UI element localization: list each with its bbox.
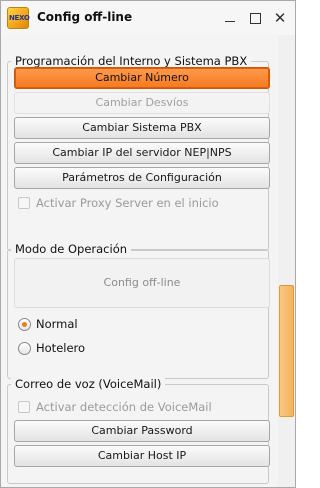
checkbox-box[interactable] xyxy=(18,401,30,413)
vertical-scrollbar[interactable] xyxy=(278,35,295,487)
radio-selected-icon[interactable] xyxy=(18,318,31,331)
cambiar-desvios-button[interactable]: Cambiar Desvíos xyxy=(14,92,270,114)
config-offline-mode-button[interactable]: Config off-line xyxy=(14,258,270,308)
close-button[interactable]: ✕ xyxy=(271,9,289,27)
radio-unselected-icon[interactable] xyxy=(18,342,31,355)
app-logo-icon: NEXO xyxy=(7,7,30,29)
proxy-server-label: Activar Proxy Server en el inicio xyxy=(36,196,219,210)
cambiar-host-ip-button[interactable]: Cambiar Host IP xyxy=(14,445,270,467)
app-logo-text: NEXO xyxy=(9,14,30,22)
cambiar-ip-servidor-button[interactable]: Cambiar IP del servidor NEP|NPS xyxy=(14,142,270,164)
title-bar[interactable]: NEXO Config off-line ✕ xyxy=(1,1,295,35)
group-modo-operacion: Modo de Operación Config off-line Normal… xyxy=(7,242,270,379)
checkbox-box[interactable] xyxy=(18,197,30,209)
radio-hotelero-label: Hotelero xyxy=(36,341,86,355)
cambiar-sistema-pbx-button[interactable]: Cambiar Sistema PBX xyxy=(14,117,270,139)
minimize-button[interactable] xyxy=(221,9,239,27)
maximize-button[interactable] xyxy=(246,9,264,27)
content-panel: Programación del Interno y Sistema PBX C… xyxy=(1,35,277,487)
group-voicemail: Correo de voz (VoiceMail) Activar detecc… xyxy=(7,377,270,484)
close-icon: ✕ xyxy=(273,9,287,27)
group-pbx-title: Programación del Interno y Sistema PBX xyxy=(11,54,252,68)
cambiar-numero-button[interactable]: Cambiar Número xyxy=(14,67,270,89)
group-modo-title: Modo de Operación xyxy=(11,242,132,256)
group-voicemail-title: Correo de voz (VoiceMail) xyxy=(11,377,166,391)
voicemail-detect-label: Activar detección de VoiceMail xyxy=(36,400,212,414)
maximize-icon xyxy=(250,13,261,24)
scrollbar-thumb[interactable] xyxy=(279,285,294,417)
group-pbx: Programación del Interno y Sistema PBX C… xyxy=(7,54,270,251)
minimize-icon xyxy=(225,21,235,22)
parametros-configuracion-button[interactable]: Parámetros de Configuración xyxy=(14,167,270,189)
radio-normal-label: Normal xyxy=(36,317,78,331)
cambiar-password-button[interactable]: Cambiar Password xyxy=(14,420,270,442)
config-offline-window: NEXO Config off-line ✕ Programación del … xyxy=(0,0,296,488)
window-title: Config off-line xyxy=(37,10,133,24)
